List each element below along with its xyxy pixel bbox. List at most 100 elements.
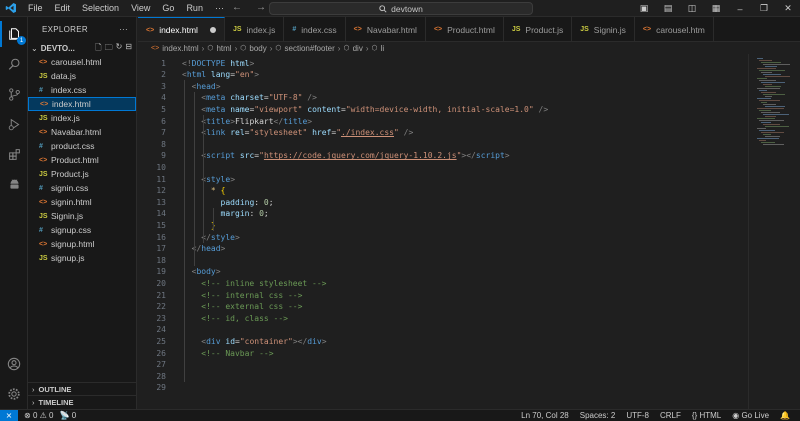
- menu-item[interactable]: ···: [209, 3, 230, 13]
- breadcrumb-item[interactable]: body: [249, 44, 266, 53]
- code-line[interactable]: 7<link rel="stylesheet" href="./index.cs…: [138, 127, 748, 139]
- code-line[interactable]: 23 <!-- id, class -->: [138, 312, 748, 324]
- extensions-icon[interactable]: [0, 141, 28, 167]
- code-line[interactable]: 14 margin: 0;: [138, 208, 748, 220]
- explorer-icon[interactable]: 1: [0, 21, 28, 47]
- editor-tab[interactable]: <> index.html: [138, 17, 225, 41]
- file-item[interactable]: <> index.html: [28, 97, 136, 111]
- file-item[interactable]: JS index.js: [28, 111, 136, 125]
- code-line[interactable]: 15}: [138, 219, 748, 231]
- breadcrumb-item[interactable]: section#footer: [285, 44, 335, 53]
- language-mode[interactable]: {} HTML: [692, 411, 721, 420]
- breadcrumb-item[interactable]: li: [381, 44, 385, 53]
- refresh-icon[interactable]: ↻: [116, 42, 123, 56]
- code-line[interactable]: 5 <meta name="viewport" content="width=de…: [138, 103, 748, 115]
- new-folder-icon[interactable]: 🗀: [105, 42, 113, 56]
- editor-tab[interactable]: JS Signin.js: [572, 17, 635, 41]
- run-debug-icon[interactable]: [0, 111, 28, 137]
- file-item[interactable]: JS Signin.js: [28, 209, 136, 223]
- go-live-button[interactable]: ◉ Go Live: [732, 411, 769, 420]
- code-line[interactable]: 13 padding: 0;: [138, 196, 748, 208]
- code-line[interactable]: 26 <!-- Navbar -->: [138, 347, 748, 359]
- toggle-secondary-sidebar-icon[interactable]: ◫: [680, 3, 704, 14]
- file-item[interactable]: # signin.css: [28, 181, 136, 195]
- file-item[interactable]: <> carousel.html: [28, 55, 136, 69]
- code-line[interactable]: 19 <body>: [138, 266, 748, 278]
- code-line[interactable]: 28: [138, 370, 748, 382]
- editor-tab[interactable]: <> Navabar.html: [346, 17, 426, 41]
- encoding[interactable]: UTF-8: [626, 411, 649, 420]
- code-line[interactable]: 29: [138, 382, 748, 394]
- breadcrumb-item[interactable]: div: [353, 44, 363, 53]
- code-line[interactable]: 24: [138, 324, 748, 336]
- end-of-line[interactable]: CRLF: [660, 411, 681, 420]
- code-line[interactable]: 12 * {: [138, 185, 748, 197]
- menu-item[interactable]: View: [125, 3, 156, 13]
- code-line[interactable]: 8: [138, 138, 748, 150]
- code-line[interactable]: 20 <!-- inline stylesheet -->: [138, 277, 748, 289]
- menu-item[interactable]: Edit: [49, 3, 77, 13]
- file-item[interactable]: <> signin.html: [28, 195, 136, 209]
- code-line[interactable]: 17 </head>: [138, 243, 748, 255]
- more-actions-icon[interactable]: ···: [119, 25, 128, 34]
- indentation[interactable]: Spaces: 2: [580, 411, 616, 420]
- code-line[interactable]: 10: [138, 161, 748, 173]
- code-line[interactable]: 27: [138, 359, 748, 371]
- file-item[interactable]: # signup.css: [28, 223, 136, 237]
- code-line[interactable]: 2 <html lang="en">: [138, 69, 748, 81]
- source-control-icon[interactable]: [0, 81, 28, 107]
- toggle-panel-icon[interactable]: ▤: [656, 3, 680, 14]
- minimize-icon[interactable]: –: [728, 4, 752, 14]
- new-file-icon[interactable]: 🗋: [95, 42, 101, 56]
- notifications-bell-icon[interactable]: 🔔: [780, 411, 790, 420]
- timeline-section[interactable]: › TIMELINE: [28, 395, 137, 408]
- code-line[interactable]: 9<script src="https://code.jquery.com/jq…: [138, 150, 748, 162]
- close-icon[interactable]: ✕: [776, 3, 800, 14]
- file-item[interactable]: JS data.js: [28, 69, 136, 83]
- outline-section[interactable]: › OUTLINE: [28, 382, 137, 395]
- code-line[interactable]: 11<style>: [138, 173, 748, 185]
- problems-indicator[interactable]: ⊗ 0 ⚠ 0: [24, 411, 53, 420]
- code-line[interactable]: 4 <meta charset="UTF-8" />: [138, 92, 748, 104]
- editor-tab[interactable]: <> Product.html: [426, 17, 504, 41]
- toggle-sidebar-icon[interactable]: ▣: [632, 3, 656, 14]
- remote-indicator-icon[interactable]: ⨯: [0, 409, 18, 421]
- code-line[interactable]: 21 <!-- internal css -->: [138, 289, 748, 301]
- file-item[interactable]: <> signup.html: [28, 237, 136, 251]
- code-line[interactable]: 25 <div id="container"></div>: [138, 335, 748, 347]
- menu-item[interactable]: Run: [180, 3, 209, 13]
- ports-indicator[interactable]: 📡 0: [59, 411, 76, 420]
- file-item[interactable]: <> Product.html: [28, 153, 136, 167]
- unsaved-dot-icon[interactable]: [209, 27, 216, 33]
- file-item[interactable]: # product.css: [28, 139, 136, 153]
- settings-gear-icon[interactable]: [0, 381, 28, 407]
- code-line[interactable]: 16 </style>: [138, 231, 748, 243]
- code-line[interactable]: 18: [138, 254, 748, 266]
- code-line[interactable]: 1 <!DOCTYPE html>: [138, 57, 748, 69]
- back-arrow-icon[interactable]: ←: [232, 2, 242, 13]
- code-editor[interactable]: 1 <!DOCTYPE html> 2 <html lang="en"> 3 <head>…: [138, 54, 748, 409]
- file-item[interactable]: # index.css: [28, 83, 136, 97]
- file-item[interactable]: JS Product.js: [28, 167, 136, 181]
- forward-arrow-icon[interactable]: →: [256, 2, 266, 13]
- minimap[interactable]: [748, 54, 800, 409]
- editor-tab[interactable]: # index.css: [284, 17, 346, 41]
- android-icon[interactable]: [0, 171, 28, 197]
- breadcrumb-item[interactable]: html: [216, 44, 231, 53]
- menu-item[interactable]: Go: [156, 3, 180, 13]
- file-item[interactable]: JS signup.js: [28, 251, 136, 265]
- file-item[interactable]: <> Navabar.html: [28, 125, 136, 139]
- restore-icon[interactable]: ❐: [752, 3, 776, 14]
- search-icon[interactable]: [0, 51, 28, 77]
- code-line[interactable]: 22 <!-- external css -->: [138, 301, 748, 313]
- breadcrumb-item[interactable]: index.html: [162, 44, 198, 53]
- collapse-all-icon[interactable]: ⊟: [125, 42, 132, 56]
- code-line[interactable]: 3 <head>: [138, 80, 748, 92]
- editor-tab[interactable]: <> carousel.htm: [635, 17, 714, 41]
- editor-tab[interactable]: JS Product.js: [504, 17, 573, 41]
- account-icon[interactable]: [0, 351, 28, 377]
- menu-item[interactable]: Selection: [76, 3, 125, 13]
- layout-icon[interactable]: ▦: [704, 3, 728, 14]
- command-center-search[interactable]: devtown: [269, 2, 533, 15]
- cursor-position[interactable]: Ln 70, Col 28: [521, 411, 569, 420]
